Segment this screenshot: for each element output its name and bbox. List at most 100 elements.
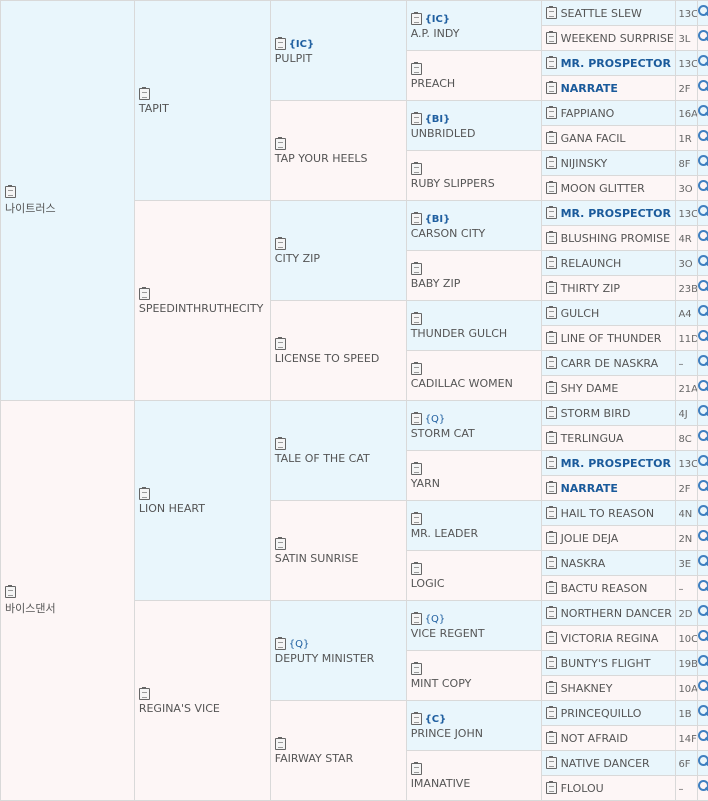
pedigree-cell-gen5[interactable]: TERLINGUA	[541, 426, 676, 451]
ancestor-name[interactable]: RELAUNCH	[561, 257, 622, 270]
ancestor-name[interactable]: NARRATE	[561, 82, 618, 95]
ancestor-name[interactable]: BLUSHING PROMISE	[561, 232, 671, 245]
clipboard-icon[interactable]	[411, 313, 422, 325]
search-cell[interactable]	[698, 426, 708, 451]
search-cell[interactable]	[698, 326, 708, 351]
clipboard-icon[interactable]	[411, 113, 422, 125]
ancestor-name[interactable]: SHAKNEY	[561, 682, 613, 695]
pedigree-cell-gen5[interactable]: FAPPIANO	[541, 101, 676, 126]
ancestor-name[interactable]: 바이스댄서	[5, 600, 134, 616]
clipboard-icon[interactable]	[411, 13, 422, 25]
search-cell[interactable]	[698, 751, 708, 776]
magnifier-icon[interactable]	[698, 130, 708, 141]
magnifier-icon[interactable]	[698, 305, 708, 316]
pedigree-cell-gen3[interactable]: TAP YOUR HEELS	[270, 101, 406, 201]
ancestor-name[interactable]: GULCH	[561, 307, 600, 320]
clipboard-icon[interactable]	[275, 38, 286, 50]
ancestor-name[interactable]: NATIVE DANCER	[561, 757, 650, 770]
clipboard-icon[interactable]	[546, 532, 557, 544]
magnifier-icon[interactable]	[698, 5, 708, 16]
ancestor-name[interactable]: MR. LEADER	[411, 527, 541, 540]
pedigree-cell-gen3[interactable]: TALE OF THE CAT	[270, 401, 406, 501]
clipboard-icon[interactable]	[546, 282, 557, 294]
magnifier-icon[interactable]	[698, 780, 708, 791]
pedigree-cell-gen5[interactable]: SEATTLE SLEW	[541, 1, 676, 26]
clipboard-icon[interactable]	[139, 88, 150, 100]
pedigree-cell-gen4[interactable]: {IC}A.P. INDY	[406, 1, 541, 51]
ancestor-name[interactable]: A.P. INDY	[411, 27, 541, 40]
clipboard-icon[interactable]	[546, 657, 557, 669]
pedigree-cell-gen4[interactable]: BABY ZIP	[406, 251, 541, 301]
pedigree-cell-gen2[interactable]: TAPIT	[134, 1, 270, 201]
ancestor-name[interactable]: UNBRIDLED	[411, 127, 541, 140]
magnifier-icon[interactable]	[698, 680, 708, 691]
ancestor-name[interactable]: SHY DAME	[561, 382, 619, 395]
clipboard-icon[interactable]	[411, 413, 422, 425]
pedigree-cell-gen4[interactable]: PREACH	[406, 51, 541, 101]
magnifier-icon[interactable]	[698, 530, 708, 541]
magnifier-icon[interactable]	[698, 430, 708, 441]
clipboard-icon[interactable]	[546, 257, 557, 269]
ancestor-name[interactable]: STORM CAT	[411, 427, 541, 440]
pedigree-cell-gen5[interactable]: NIJINSKY	[541, 151, 676, 176]
pedigree-cell-gen5[interactable]: HAIL TO REASON	[541, 501, 676, 526]
search-cell[interactable]	[698, 151, 708, 176]
magnifier-icon[interactable]	[698, 80, 708, 91]
clipboard-icon[interactable]	[546, 482, 557, 494]
pedigree-cell-gen5[interactable]: VICTORIA REGINA	[541, 626, 676, 651]
pedigree-cell-gen1[interactable]: 나이트러스	[1, 1, 135, 401]
ancestor-name[interactable]: FAIRWAY STAR	[275, 752, 406, 765]
clipboard-icon[interactable]	[546, 507, 557, 519]
ancestor-name[interactable]: STORM BIRD	[561, 407, 631, 420]
search-cell[interactable]	[698, 301, 708, 326]
magnifier-icon[interactable]	[698, 555, 708, 566]
clipboard-icon[interactable]	[546, 32, 557, 44]
magnifier-icon[interactable]	[698, 405, 708, 416]
search-cell[interactable]	[698, 251, 708, 276]
search-cell[interactable]	[698, 176, 708, 201]
ancestor-name[interactable]: CARR DE NASKRA	[561, 357, 659, 370]
search-cell[interactable]	[698, 376, 708, 401]
pedigree-cell-gen5[interactable]: GANA FACIL	[541, 126, 676, 151]
ancestor-name[interactable]: REGINA'S VICE	[139, 702, 270, 715]
pedigree-cell-gen5[interactable]: NARRATE	[541, 76, 676, 101]
clipboard-icon[interactable]	[411, 663, 422, 675]
search-cell[interactable]	[698, 26, 708, 51]
clipboard-icon[interactable]	[275, 438, 286, 450]
clipboard-icon[interactable]	[546, 782, 557, 794]
pedigree-cell-gen5[interactable]: JOLIE DEJA	[541, 526, 676, 551]
clipboard-icon[interactable]	[411, 63, 422, 75]
ancestor-name[interactable]: TERLINGUA	[561, 432, 624, 445]
ancestor-name[interactable]: FAPPIANO	[561, 107, 615, 120]
magnifier-icon[interactable]	[698, 180, 708, 191]
clipboard-icon[interactable]	[275, 138, 286, 150]
ancestor-name[interactable]: NASKRA	[561, 557, 606, 570]
magnifier-icon[interactable]	[698, 455, 708, 466]
clipboard-icon[interactable]	[546, 607, 557, 619]
ancestor-name[interactable]: TALE OF THE CAT	[275, 452, 406, 465]
clipboard-icon[interactable]	[275, 738, 286, 750]
pedigree-cell-gen5[interactable]: MOON GLITTER	[541, 176, 676, 201]
pedigree-cell-gen5[interactable]: MR. PROSPECTOR	[541, 51, 676, 76]
clipboard-icon[interactable]	[546, 632, 557, 644]
ancestor-name[interactable]: HAIL TO REASON	[561, 507, 655, 520]
magnifier-icon[interactable]	[698, 255, 708, 266]
magnifier-icon[interactable]	[698, 205, 708, 216]
magnifier-icon[interactable]	[698, 230, 708, 241]
pedigree-cell-gen4[interactable]: {Q}STORM CAT	[406, 401, 541, 451]
pedigree-cell-gen3[interactable]: {Q}DEPUTY MINISTER	[270, 601, 406, 701]
magnifier-icon[interactable]	[698, 55, 708, 66]
search-cell[interactable]	[698, 601, 708, 626]
clipboard-icon[interactable]	[546, 107, 557, 119]
ancestor-name[interactable]: BACTU REASON	[561, 582, 648, 595]
pedigree-cell-gen5[interactable]: NATIVE DANCER	[541, 751, 676, 776]
pedigree-cell-gen5[interactable]: PRINCEQUILLO	[541, 701, 676, 726]
ancestor-name[interactable]: MINT COPY	[411, 677, 541, 690]
ancestor-name[interactable]: MR. PROSPECTOR	[561, 207, 671, 220]
ancestor-name[interactable]: LION HEART	[139, 502, 270, 515]
pedigree-cell-gen4[interactable]: {BI}UNBRIDLED	[406, 101, 541, 151]
clipboard-icon[interactable]	[411, 563, 422, 575]
search-cell[interactable]	[698, 526, 708, 551]
ancestor-name[interactable]: THUNDER GULCH	[411, 327, 541, 340]
clipboard-icon[interactable]	[411, 463, 422, 475]
